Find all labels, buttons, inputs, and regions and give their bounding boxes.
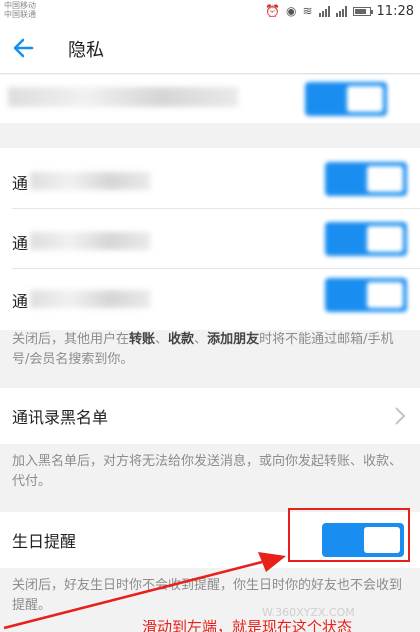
contacts-row-label-1: 通: [12, 174, 29, 193]
blurred-text-1: [30, 172, 150, 190]
page-title: 隐私: [68, 40, 104, 61]
signal-icon: [318, 5, 330, 17]
status-icons: ⏰ ◉ ≋ 11:28: [265, 3, 414, 19]
blacklist-label: 通讯录黑名单: [12, 408, 109, 427]
toggle-top[interactable]: [305, 82, 387, 116]
wifi-icon: ≋: [302, 4, 313, 18]
signal-icon-2: [335, 5, 347, 17]
contacts-row-label-2: 通: [12, 234, 29, 253]
eye-icon: ◉: [285, 4, 297, 18]
battery-icon: [352, 6, 373, 16]
chevron-right-icon: [395, 407, 406, 425]
highlight-box: [288, 508, 410, 562]
toggle-contacts-1[interactable]: [325, 162, 407, 196]
carrier-secondary: 中国联通: [4, 10, 36, 19]
search-info-text: 关闭后，其他用户在转账、收款、添加朋友时将不能通过邮箱/手机号/会员名搜索到你。: [12, 332, 394, 367]
status-time: 11:28: [376, 3, 414, 19]
contacts-group: 通 通 通: [0, 148, 420, 330]
blacklist-info-text: 加入黑名单后，对方将无法给你发送消息，或向你发起转账、收款、代付。: [12, 454, 403, 489]
annotation-text: 滑动到左端，就是现在这个状态: [142, 618, 353, 632]
blacklist-row[interactable]: 通讯录黑名单: [0, 388, 420, 444]
toggle-contacts-2[interactable]: [325, 222, 407, 256]
blurred-text-2: [30, 232, 150, 250]
toggle-contacts-3[interactable]: [325, 278, 407, 312]
contacts-row-label-3: 通: [12, 292, 29, 311]
app-header: 隐私: [0, 22, 420, 74]
blurred-text-3: [30, 290, 150, 308]
privacy-row-top: [0, 75, 420, 123]
blurred-text: [8, 87, 238, 107]
status-bar: 中国移动 中国联通 ⏰ ◉ ≋ 11:28: [0, 0, 420, 22]
arrow-left-icon[interactable]: [10, 34, 38, 62]
carrier-primary: 中国移动: [4, 1, 36, 10]
alarm-icon: ⏰: [265, 4, 280, 18]
